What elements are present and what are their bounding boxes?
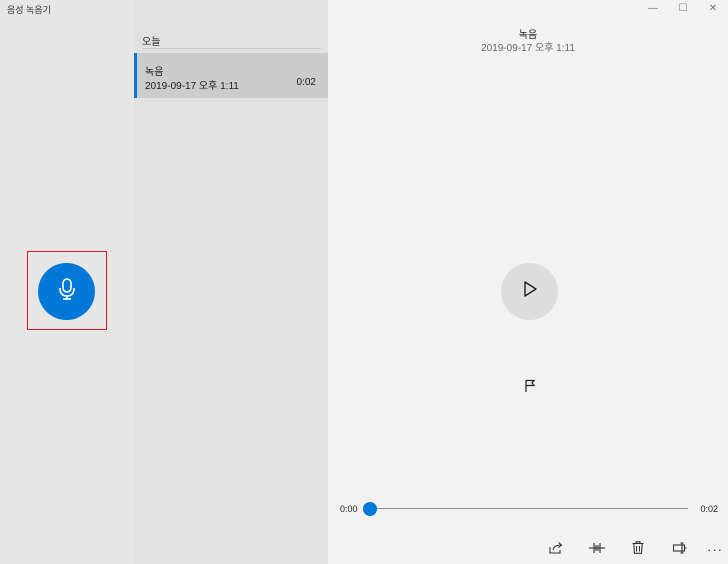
record-button[interactable] bbox=[38, 263, 95, 320]
window-controls: — ☐ ✕ bbox=[638, 0, 728, 16]
rename-icon bbox=[672, 541, 687, 559]
recordings-list: 오늘 녹음 2019-09-17 오후 1:11 0:02 bbox=[134, 0, 328, 564]
player-pane: — ☐ ✕ 녹음 2019-09-17 오후 1:11 0:00 0:02 ··… bbox=[328, 0, 728, 564]
list-item[interactable]: 녹음 2019-09-17 오후 1:11 0:02 bbox=[134, 53, 328, 98]
item-date: 2019-09-17 오후 1:11 bbox=[145, 81, 239, 92]
total-time: 0:02 bbox=[700, 504, 718, 514]
add-marker-button[interactable] bbox=[522, 379, 538, 398]
current-time: 0:00 bbox=[340, 504, 358, 514]
close-button[interactable]: ✕ bbox=[698, 0, 728, 16]
group-header: 오늘 bbox=[142, 37, 161, 48]
trim-icon bbox=[589, 541, 605, 559]
item-title: 녹음 bbox=[145, 67, 164, 78]
item-duration: 0:02 bbox=[296, 77, 316, 88]
play-icon bbox=[522, 280, 538, 303]
share-icon bbox=[549, 541, 563, 559]
play-button[interactable] bbox=[501, 263, 558, 320]
app-title: 음성 녹음기 bbox=[7, 5, 51, 15]
flag-icon bbox=[524, 379, 536, 398]
progress-thumb[interactable] bbox=[363, 502, 377, 516]
trim-button[interactable] bbox=[587, 541, 607, 559]
microphone-icon bbox=[57, 277, 77, 306]
minimize-button[interactable]: — bbox=[638, 0, 668, 16]
selection-accent-bar bbox=[134, 53, 137, 98]
recording-date: 2019-09-17 오후 1:11 bbox=[481, 43, 575, 54]
left-pane: 음성 녹음기 bbox=[0, 0, 134, 564]
progress-track[interactable] bbox=[371, 508, 688, 509]
delete-button[interactable] bbox=[628, 541, 648, 559]
delete-icon bbox=[632, 541, 644, 559]
more-button[interactable]: ··· bbox=[705, 541, 725, 559]
maximize-button[interactable]: ☐ bbox=[668, 0, 698, 16]
share-button[interactable] bbox=[546, 541, 566, 559]
group-divider bbox=[142, 48, 321, 49]
rename-button[interactable] bbox=[670, 541, 690, 559]
